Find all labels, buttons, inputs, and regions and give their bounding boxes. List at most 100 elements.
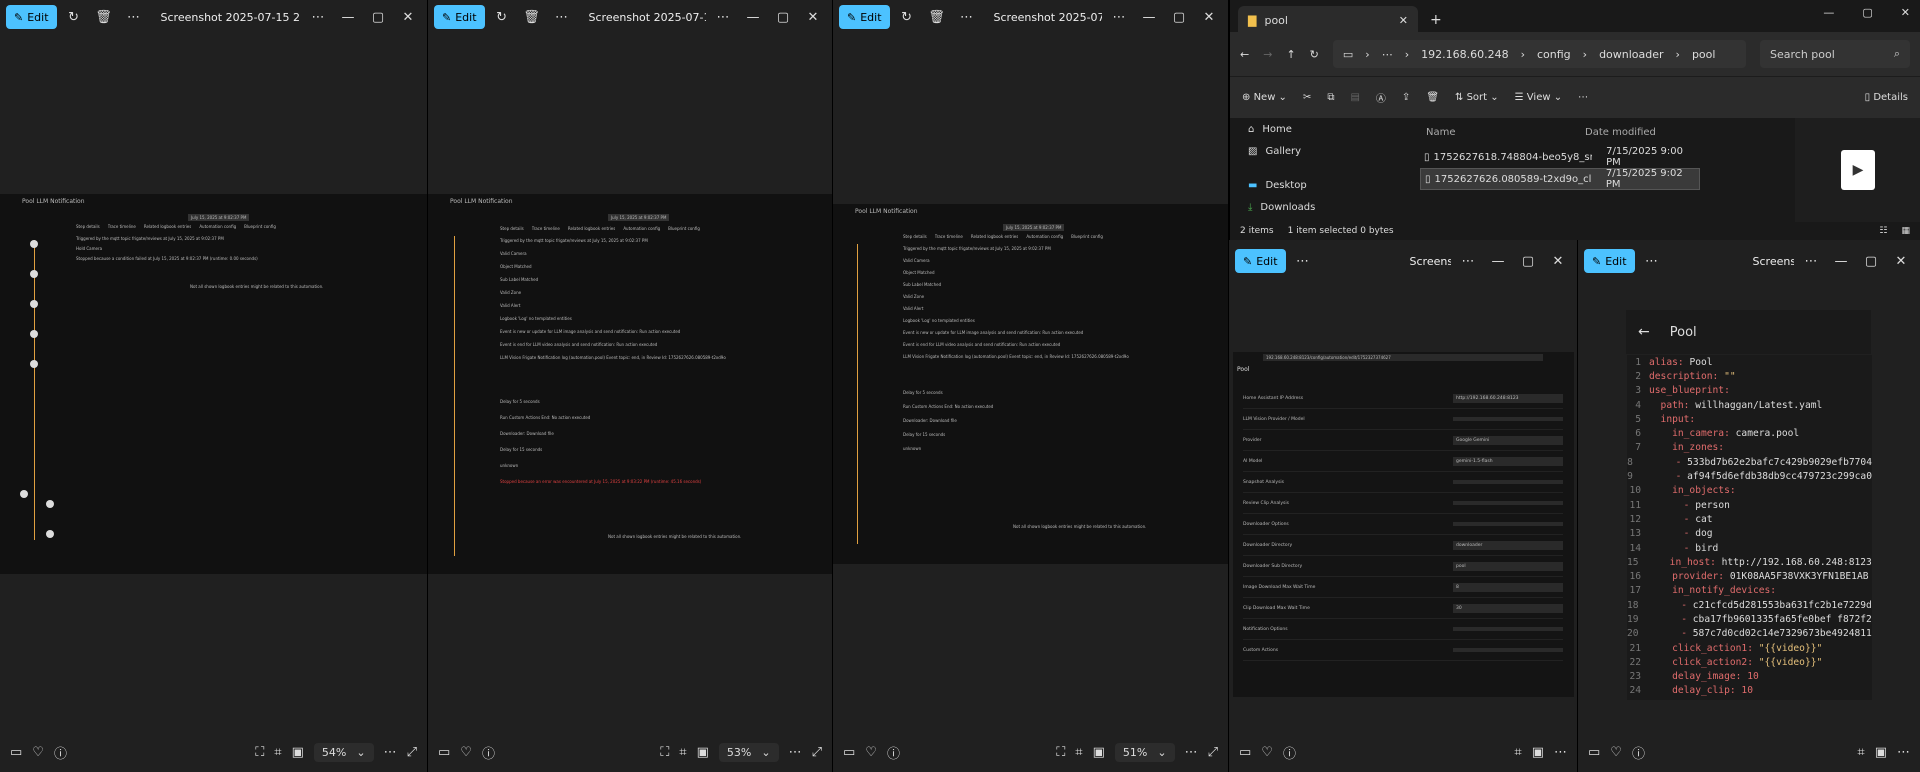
ha-setting-row[interactable]: AI Model gemini-1.5-flash xyxy=(1243,451,1563,472)
minimize-icon[interactable]: — xyxy=(335,5,361,29)
filmstrip-icon[interactable]: ▭ xyxy=(843,745,855,760)
expand-icon[interactable]: ⤢ xyxy=(812,745,822,760)
graph-node[interactable] xyxy=(30,360,38,368)
more-icon[interactable]: ⋯ xyxy=(305,5,331,29)
more-icon[interactable]: ⋯ xyxy=(1185,745,1198,760)
favorite-icon[interactable]: ♡ xyxy=(460,745,472,760)
cut-icon[interactable]: ✂ xyxy=(1303,92,1311,103)
zoom-control[interactable]: 54% ⌄ xyxy=(313,742,374,762)
ha-setting-row[interactable]: Clip Download Max Wait Time 30 xyxy=(1243,598,1563,619)
maximize-icon[interactable]: ▢ xyxy=(1858,249,1884,273)
edit-button[interactable]: ✎ Edit xyxy=(839,5,890,29)
nav-item-gallery[interactable]: ▨ Gallery xyxy=(1248,140,1412,162)
details-button[interactable]: ▯ Details xyxy=(1865,92,1908,103)
ha-setting-row[interactable]: Image Download Max Wait Time 8 xyxy=(1243,577,1563,598)
maximize-icon[interactable]: ▢ xyxy=(1166,5,1192,29)
copy-icon[interactable]: ⧉ xyxy=(1327,92,1334,103)
fit-icon[interactable]: ⛶ xyxy=(1056,745,1065,760)
rotate-icon[interactable]: ↻ xyxy=(894,5,920,29)
column-name[interactable]: Name xyxy=(1420,127,1585,138)
zoom-control[interactable]: 53% ⌄ xyxy=(718,742,779,762)
file-row[interactable]: ▯ 1752627626.080589-t2xd9o_clip 7/15/202… xyxy=(1420,168,1700,190)
refresh-icon[interactable]: ↻ xyxy=(1310,48,1319,61)
crop-icon[interactable]: ⌗ xyxy=(679,745,686,760)
up-icon[interactable]: ↑ xyxy=(1286,48,1295,61)
minimize-icon[interactable]: — xyxy=(1828,249,1854,273)
breadcrumb-item[interactable]: downloader xyxy=(1599,48,1663,61)
fit-icon[interactable]: ⛶ xyxy=(660,745,669,760)
maximize-icon[interactable]: ▢ xyxy=(1515,249,1541,273)
graph-node[interactable] xyxy=(20,490,28,498)
ha-setting-row[interactable]: Downloader Sub Directory pool xyxy=(1243,556,1563,577)
close-icon[interactable]: ✕ xyxy=(800,5,826,29)
tab-related-logbook[interactable]: Related logbook entries xyxy=(568,226,615,231)
breadcrumb-item[interactable]: pool xyxy=(1692,48,1716,61)
crop-icon[interactable]: ⌗ xyxy=(1075,745,1082,760)
minimize-icon[interactable]: — xyxy=(740,5,766,29)
forward-icon[interactable]: → xyxy=(1263,48,1272,61)
edit-button[interactable]: ✎ Edit xyxy=(6,5,57,29)
rotate-icon[interactable]: ↻ xyxy=(489,5,515,29)
info-icon[interactable]: ⓘ xyxy=(482,743,495,762)
rotate-icon[interactable]: ↻ xyxy=(61,5,87,29)
favorite-icon[interactable]: ♡ xyxy=(1261,745,1273,760)
more-icon[interactable]: ⋯ xyxy=(1639,249,1665,273)
search-input[interactable]: Search pool ⌕ xyxy=(1760,40,1910,68)
filmstrip-icon[interactable]: ▭ xyxy=(438,745,450,760)
more-icon[interactable]: ⋯ xyxy=(1897,745,1910,760)
slideshow-icon[interactable]: ▣ xyxy=(1532,745,1544,760)
tab-trace-timeline[interactable]: Trace timeline xyxy=(532,226,560,231)
crop-icon[interactable]: ⌗ xyxy=(1514,745,1521,760)
tab-blueprint-config[interactable]: Blueprint config xyxy=(244,224,276,229)
more-icon[interactable]: ⋯ xyxy=(1554,745,1567,760)
new-tab-icon[interactable]: + xyxy=(1430,12,1442,28)
column-date[interactable]: Date modified xyxy=(1585,127,1685,138)
expand-icon[interactable]: ⤢ xyxy=(1208,745,1218,760)
expand-icon[interactable]: ⤢ xyxy=(407,745,417,760)
zoom-control[interactable]: 51% ⌄ xyxy=(1114,742,1175,762)
info-icon[interactable]: ⓘ xyxy=(887,743,900,762)
ha-setting-row[interactable]: Notification Options xyxy=(1243,619,1563,640)
slideshow-icon[interactable]: ▣ xyxy=(1093,745,1105,760)
info-icon[interactable]: ⓘ xyxy=(1632,743,1645,762)
more-icon[interactable]: ⋯ xyxy=(384,745,397,760)
close-icon[interactable]: ✕ xyxy=(1901,6,1910,19)
more-icon[interactable]: ⋯ xyxy=(1578,92,1588,103)
graph-node[interactable] xyxy=(30,270,38,278)
breadcrumb-item[interactable]: config xyxy=(1537,48,1571,61)
filmstrip-icon[interactable]: ▭ xyxy=(10,745,22,760)
file-row[interactable]: ▯ 1752627618.748804-beo5y8_snapshot 7/15… xyxy=(1420,146,1700,168)
graph-node[interactable] xyxy=(30,330,38,338)
graph-node[interactable] xyxy=(46,530,54,538)
close-icon[interactable]: ✕ xyxy=(1196,5,1222,29)
paste-icon[interactable]: ▤ xyxy=(1350,92,1359,103)
graph-node[interactable] xyxy=(30,240,38,248)
info-icon[interactable]: ⓘ xyxy=(1283,743,1296,762)
crop-icon[interactable]: ⌗ xyxy=(1857,745,1864,760)
tab-blueprint-config[interactable]: Blueprint config xyxy=(668,226,700,231)
close-icon[interactable]: ✕ xyxy=(395,5,421,29)
ha-setting-row[interactable]: LLM Vision Provider / Model xyxy=(1243,409,1563,430)
more-icon[interactable]: ⋯ xyxy=(710,5,736,29)
minimize-icon[interactable]: — xyxy=(1136,5,1162,29)
graph-node[interactable] xyxy=(30,300,38,308)
tab-trace-timeline[interactable]: Trace timeline xyxy=(935,234,963,239)
slideshow-icon[interactable]: ▣ xyxy=(1875,745,1887,760)
more-icon[interactable]: ⋯ xyxy=(954,5,980,29)
view-button[interactable]: ☰ View ⌄ xyxy=(1515,92,1562,103)
minimize-icon[interactable]: — xyxy=(1823,6,1834,19)
filmstrip-icon[interactable]: ▭ xyxy=(1239,745,1251,760)
details-view-icon[interactable]: ☷ xyxy=(1879,226,1887,236)
yaml-editor[interactable]: 1 alias: Pool 2 description: "" 3 use_bluepri… xyxy=(1627,355,1872,700)
more-icon[interactable]: ⋯ xyxy=(549,5,575,29)
ha-setting-row[interactable]: Downloader Options xyxy=(1243,514,1563,535)
ha-setting-row[interactable]: Downloader Directory downloader xyxy=(1243,535,1563,556)
info-icon[interactable]: ⓘ xyxy=(54,743,67,762)
slideshow-icon[interactable]: ▣ xyxy=(292,745,304,760)
delete-icon[interactable]: 🗑 xyxy=(1426,92,1439,103)
filmstrip-icon[interactable]: ▭ xyxy=(1588,745,1600,760)
edit-button[interactable]: ✎ Edit xyxy=(434,5,485,29)
favorite-icon[interactable]: ♡ xyxy=(865,745,877,760)
more-icon[interactable]: ⋯ xyxy=(1290,249,1316,273)
breadcrumb-item[interactable]: 192.168.60.248 xyxy=(1421,48,1508,61)
